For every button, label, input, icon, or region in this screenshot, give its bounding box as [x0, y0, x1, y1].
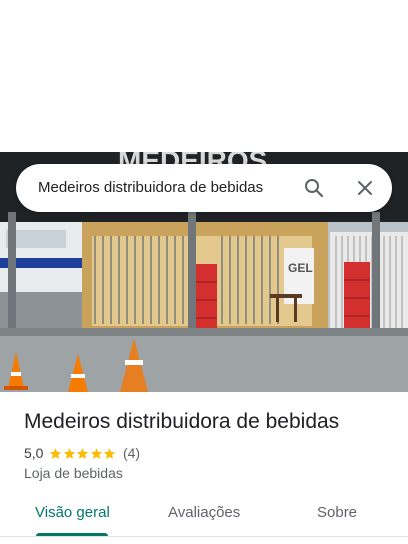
- star-icon: [63, 447, 76, 459]
- review-count[interactable]: (4): [123, 445, 140, 461]
- inner-sign-text: GEL: [288, 261, 313, 275]
- star-icon: [77, 447, 89, 459]
- tab-about[interactable]: Sobre: [317, 504, 357, 521]
- star-icon: [104, 447, 116, 459]
- star-rating: [49, 447, 117, 460]
- search-input[interactable]: Medeiros distribuidora de bebidas: [38, 179, 263, 196]
- tab-overview[interactable]: Visão geral: [35, 504, 110, 521]
- rating-value: 5,0: [24, 445, 44, 461]
- star-icon: [90, 447, 103, 459]
- search-bar[interactable]: Medeiros distribuidora de bebidas: [16, 164, 392, 212]
- tabs-divider: [0, 536, 408, 537]
- star-icon: [50, 447, 62, 459]
- tab-reviews[interactable]: Avaliações: [168, 504, 240, 521]
- rating-row[interactable]: 5,0 (4): [24, 445, 140, 461]
- place-title: Medeiros distribuidora de bebidas: [24, 410, 340, 433]
- close-icon[interactable]: [353, 176, 377, 200]
- place-category: Loja de bebidas: [24, 465, 123, 481]
- search-icon[interactable]: [302, 176, 326, 200]
